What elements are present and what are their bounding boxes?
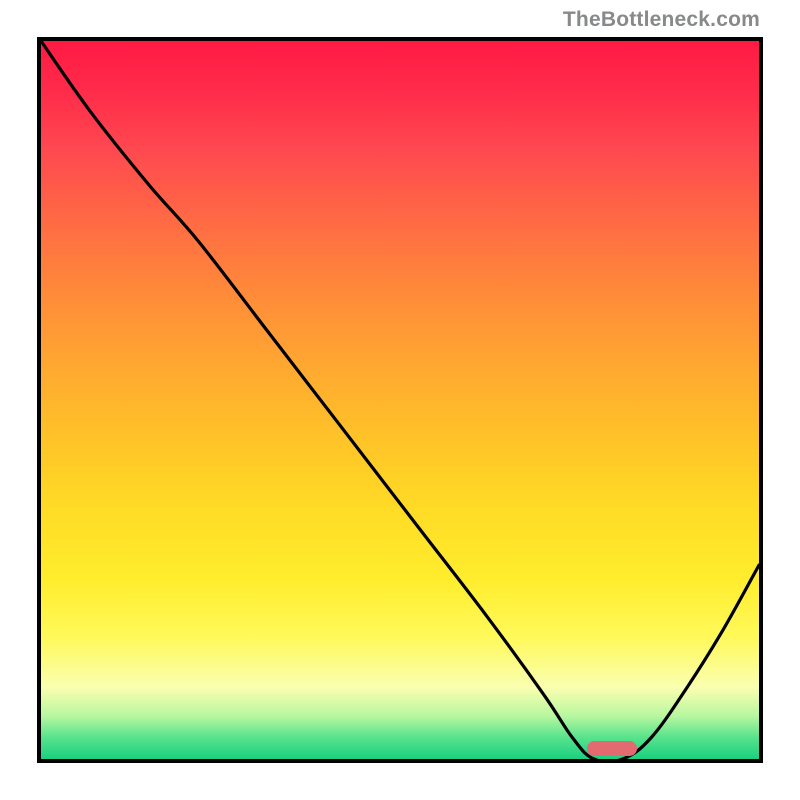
plot-area <box>37 37 763 763</box>
minimum-marker <box>587 741 637 756</box>
watermark-text: TheBottleneck.com <box>563 8 760 32</box>
chart-container: TheBottleneck.com <box>0 0 800 800</box>
gradient-background <box>41 41 759 759</box>
